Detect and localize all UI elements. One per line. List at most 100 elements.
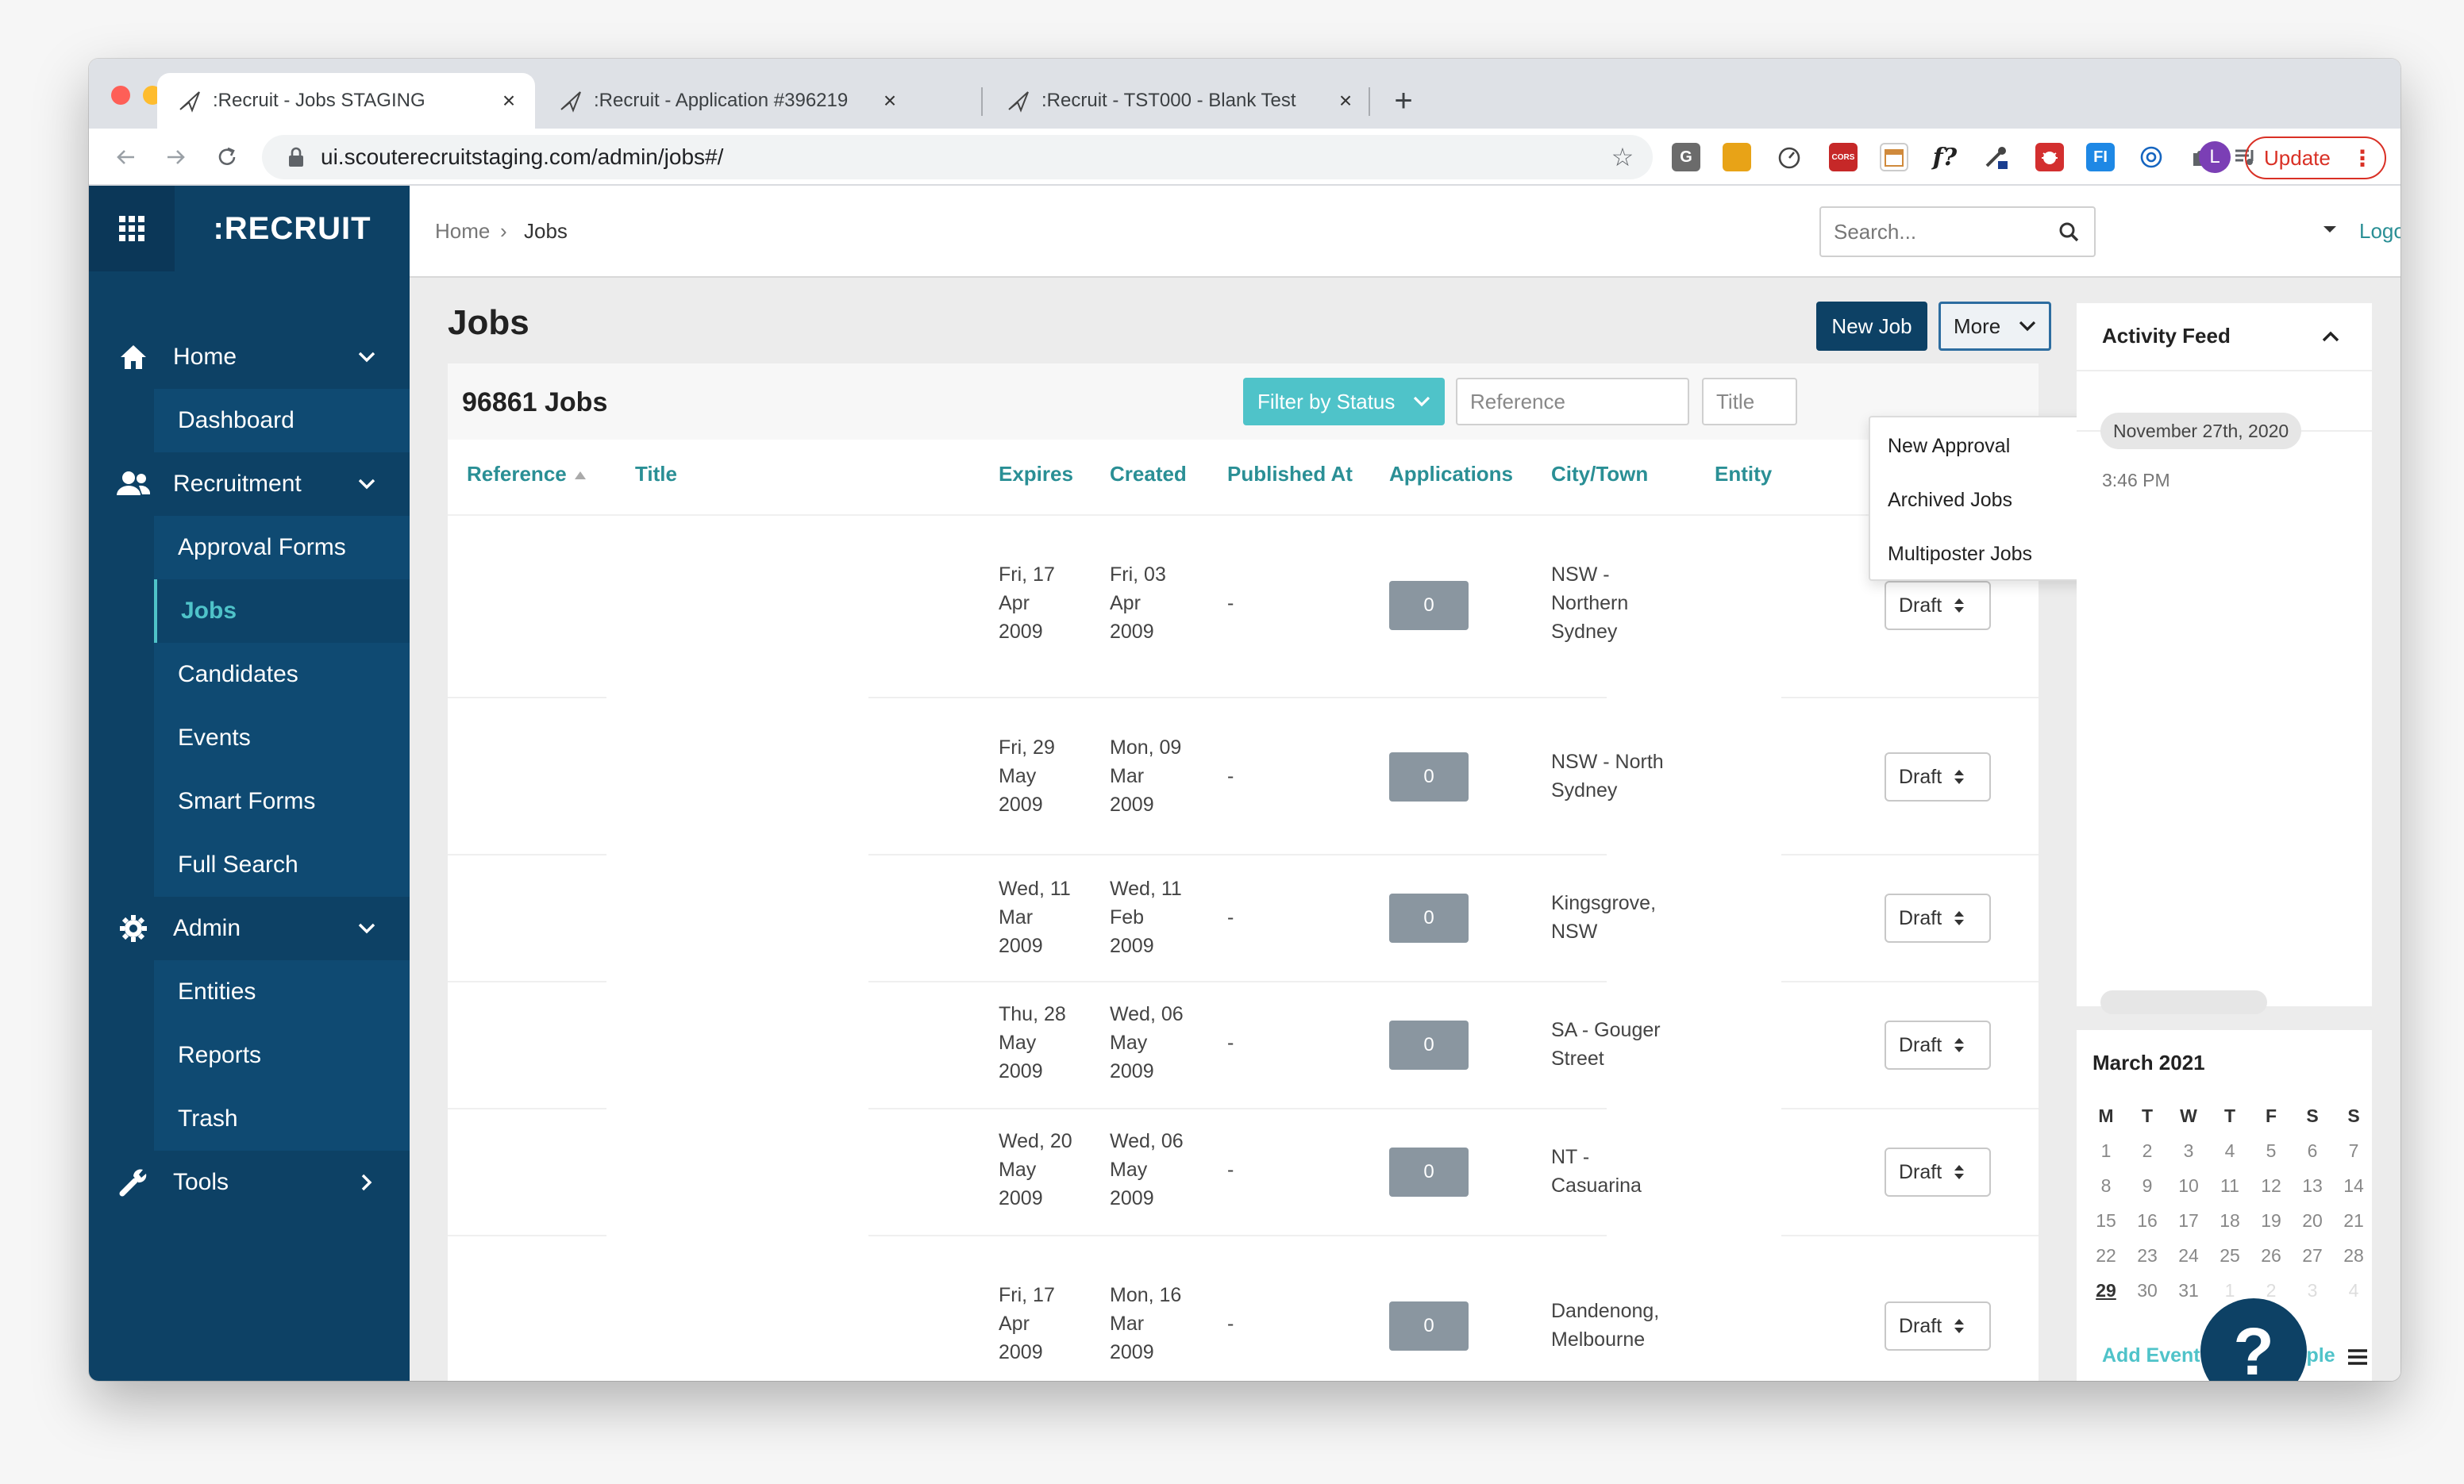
column-header-reference[interactable]: Reference [467,462,586,486]
applications-count-button[interactable]: 0 [1389,752,1469,802]
sidebar-item-reports[interactable]: Reports [154,1024,410,1087]
fi-extension-icon[interactable]: FI [2086,143,2115,171]
table-row[interactable]: Thu, 28 May 2009 Wed, 06 May 2009 - 0 SA… [448,984,2039,1109]
calendar-day[interactable]: 20 [2294,1205,2331,1236]
calendar-day[interactable]: 22 [2088,1240,2124,1271]
menu-item-new-approval[interactable]: New Approval [1888,435,2010,458]
calendar-day[interactable]: 26 [2253,1240,2289,1271]
calendar-day[interactable]: 10 [2170,1170,2207,1201]
column-header-published-at[interactable]: Published At [1227,462,1353,486]
sidebar-item-events[interactable]: Events [154,706,410,770]
close-window-button[interactable] [111,86,130,105]
bookmark-star-icon[interactable]: ☆ [1607,141,1638,173]
calendar-day[interactable]: 6 [2294,1135,2331,1167]
calendar-day[interactable]: 9 [2129,1170,2166,1201]
calendar-day[interactable]: 15 [2088,1205,2124,1236]
user-menu-caret-icon[interactable] [2321,221,2339,238]
applications-count-button[interactable]: 0 [1389,1148,1469,1197]
brand-logo[interactable]: :RECRUIT [175,186,410,271]
browser-update-button[interactable]: Update ⋮ [2245,136,2386,179]
calendar-day[interactable]: 13 [2294,1170,2331,1201]
back-arrow-icon[interactable] [108,140,143,175]
calendar-day[interactable]: 30 [2129,1274,2166,1306]
chevron-up-icon[interactable] [2318,324,2343,349]
speed-extension-icon[interactable] [1775,143,1804,171]
calendar-day[interactable]: 17 [2170,1205,2207,1236]
sidebar-item-full-search[interactable]: Full Search [154,833,410,897]
applications-count-button[interactable]: 0 [1389,1021,1469,1070]
reload-icon[interactable] [210,140,244,175]
calendar-day[interactable]: 3 [2170,1135,2207,1167]
formula-extension-icon[interactable]: f? [1931,143,1959,171]
close-tab-icon[interactable]: × [1332,87,1359,114]
calendar-day[interactable]: 23 [2129,1240,2166,1271]
nav-section-admin[interactable]: Admin [89,897,410,960]
notes-extension-icon[interactable] [1723,143,1751,171]
browser-tab-2[interactable]: :Recruit - Application #396219 × [538,73,916,129]
table-row[interactable]: Fri, 29 May 2009 Mon, 09 Mar 2009 - 0 NS… [448,700,2039,855]
menu-item-multiposter-jobs[interactable]: Multiposter Jobs [1888,543,2032,566]
status-select[interactable]: Draft [1885,1021,1991,1070]
calendar-day[interactable]: 27 [2294,1240,2331,1271]
calendar-day[interactable]: 1 [2088,1135,2124,1167]
calendar-day[interactable]: 24 [2170,1240,2207,1271]
sidebar-item-smart-forms[interactable]: Smart Forms [154,770,410,833]
browser-tab-1[interactable]: :Recruit - Jobs STAGING × [157,73,535,129]
status-select[interactable]: Draft [1885,752,1991,802]
reference-filter-input[interactable]: Reference [1456,378,1689,425]
applications-count-button[interactable]: 0 [1389,1301,1469,1351]
nav-section-home[interactable]: Home [89,325,410,389]
filter-by-status-button[interactable]: Filter by Status [1243,378,1445,425]
breadcrumb-home[interactable]: Home [435,219,490,244]
column-header-city[interactable]: City/Town [1551,462,1648,486]
cors-extension-icon[interactable]: CORS [1829,143,1858,171]
address-bar[interactable]: ui.scouterecruitstaging.com/admin/jobs#/… [262,135,1653,179]
applications-count-button[interactable]: 0 [1389,894,1469,943]
new-job-button[interactable]: New Job [1816,302,1927,351]
calendar-day[interactable]: 8 [2088,1170,2124,1201]
calendar-day[interactable]: 25 [2212,1240,2248,1271]
calendar-day[interactable]: 3 [2294,1274,2331,1306]
sidebar-item-jobs[interactable]: Jobs [154,579,410,643]
calendar-day-today[interactable]: 29 [2088,1274,2124,1306]
calendar-extension-icon[interactable] [1880,143,1908,171]
global-search-input[interactable]: Search... [1819,206,2096,257]
calendar-day[interactable]: 4 [2212,1135,2248,1167]
search-icon[interactable] [2054,217,2083,246]
bug-extension-icon[interactable] [2035,143,2064,171]
calendar-day[interactable]: 19 [2253,1205,2289,1236]
forward-arrow-icon[interactable] [159,140,194,175]
nav-section-tools[interactable]: Tools [89,1151,410,1214]
browser-tab-3[interactable]: :Recruit - TST000 - Blank Test × [986,73,1372,129]
calendar-day[interactable]: 2 [2129,1135,2166,1167]
eyedropper-extension-icon[interactable] [1981,143,2010,171]
calendar-day[interactable]: 5 [2253,1135,2289,1167]
applications-count-button[interactable]: 0 [1389,581,1469,630]
new-tab-button[interactable]: + [1388,85,1419,117]
calendar-day[interactable]: 12 [2253,1170,2289,1201]
sidebar-item-dashboard[interactable]: Dashboard [154,389,410,452]
close-tab-icon[interactable]: × [495,87,522,114]
profile-avatar[interactable]: L [2199,141,2231,173]
g-extension-icon[interactable]: G [1672,143,1700,171]
app-grid-icon[interactable] [89,186,175,271]
close-tab-icon[interactable]: × [876,87,903,114]
logout-link[interactable]: Logout [2359,219,2400,244]
column-header-created[interactable]: Created [1110,462,1187,486]
column-header-title[interactable]: Title [635,462,677,486]
more-button[interactable]: More [1938,302,2051,351]
calendar-day[interactable]: 18 [2212,1205,2248,1236]
nav-section-recruitment[interactable]: Recruitment [89,452,410,516]
privacy-extension-icon[interactable] [2137,143,2166,171]
sidebar-item-approval-forms[interactable]: Approval Forms [154,516,410,579]
table-row[interactable]: Fri, 17 Apr 2009 Fri, 03 Apr 2009 - 0 NS… [448,516,2039,698]
calendar-day[interactable]: 16 [2129,1205,2166,1236]
column-header-expires[interactable]: Expires [999,462,1073,486]
column-header-applications[interactable]: Applications [1389,462,1513,486]
hamburger-menu-icon[interactable] [2347,1346,2369,1368]
table-row[interactable]: Fri, 17 Apr 2009 Mon, 16 Mar 2009 - 0 Da… [448,1238,2039,1381]
sidebar-item-entities[interactable]: Entities [154,960,410,1024]
calendar-day[interactable]: 4 [2335,1274,2372,1306]
calendar-day[interactable]: 7 [2335,1135,2372,1167]
status-select[interactable]: Draft [1885,1148,1991,1197]
